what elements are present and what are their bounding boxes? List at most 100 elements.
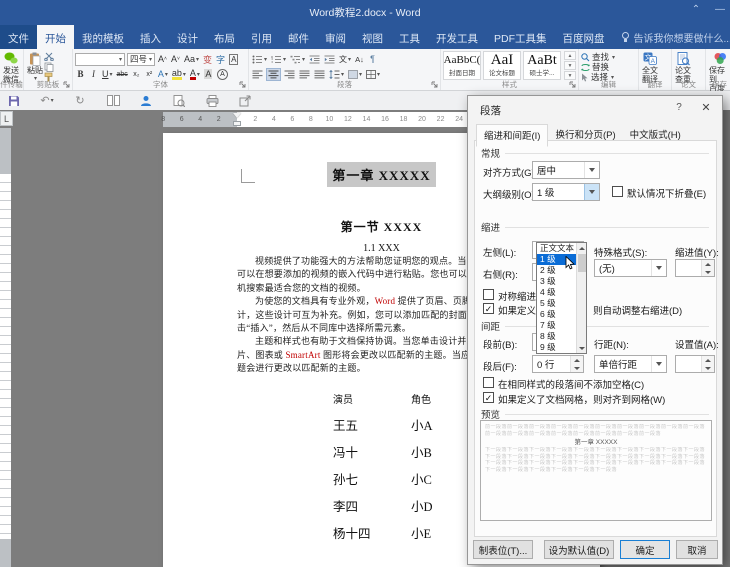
- outline-option-level-8[interactable]: 8 级: [537, 331, 576, 342]
- ok-button[interactable]: 确定: [620, 540, 670, 559]
- align-right-button[interactable]: [283, 68, 296, 81]
- tab-pdf-tools[interactable]: PDF工具集: [486, 25, 555, 49]
- font-dialog-launcher[interactable]: [239, 81, 247, 89]
- styles-dialog-launcher[interactable]: [569, 81, 577, 89]
- first-line-indent-marker[interactable]: [233, 113, 241, 118]
- outline-level-combo[interactable]: 1 级: [532, 183, 600, 201]
- scroll-up-icon[interactable]: [577, 243, 587, 253]
- space-after-spinner[interactable]: 0 行: [532, 355, 584, 373]
- style-item-thesis-title[interactable]: AaI 论文标题: [483, 51, 521, 80]
- tab-tools[interactable]: 工具: [391, 25, 428, 49]
- tab-stop-selector[interactable]: L: [0, 111, 13, 126]
- print-icon[interactable]: [205, 94, 219, 108]
- styles-scroll-down[interactable]: ▼: [564, 61, 576, 70]
- collapsed-by-default-checkbox[interactable]: 默认情况下折叠(E): [612, 186, 706, 200]
- text-effects-button[interactable]: A ▾: [157, 68, 169, 81]
- tab-baidu-netdisk[interactable]: 百度网盘: [555, 25, 613, 49]
- asian-layout-button[interactable]: 文 ▾: [338, 53, 352, 66]
- bold-button[interactable]: B: [75, 68, 86, 81]
- decrease-indent-button[interactable]: [308, 53, 321, 66]
- change-case-button[interactable]: Aa ▾: [183, 53, 200, 66]
- account-icon[interactable]: [139, 94, 153, 108]
- save-icon[interactable]: [7, 94, 21, 108]
- tab-line-and-page-breaks[interactable]: 换行和分页(P): [548, 124, 622, 147]
- dialog-help-button[interactable]: ?: [672, 102, 686, 113]
- paragraph-dialog-launcher[interactable]: [431, 81, 439, 89]
- cut-icon[interactable]: [44, 52, 54, 61]
- no-space-same-style-checkbox[interactable]: 在相同样式的段落间不添加空格(C): [483, 377, 644, 391]
- shrink-font-button[interactable]: A ˅: [170, 53, 181, 66]
- font-color-button[interactable]: A ▾: [189, 68, 201, 81]
- font-size-combo[interactable]: 四号 ▾: [127, 52, 155, 66]
- italic-button[interactable]: I: [88, 68, 99, 81]
- strikethrough-button[interactable]: abc: [116, 68, 129, 81]
- outline-option-level-9[interactable]: 9 级: [537, 342, 576, 353]
- dropdown-scrollbar[interactable]: [576, 243, 586, 353]
- phonetic-guide-button[interactable]: 变: [202, 53, 213, 66]
- distribute-button[interactable]: [313, 68, 326, 81]
- tab-view[interactable]: 视图: [354, 25, 391, 49]
- outline-option-level-3[interactable]: 3 级: [537, 276, 576, 287]
- clipboard-dialog-launcher[interactable]: [63, 81, 71, 89]
- underline-button[interactable]: U ▾: [101, 68, 114, 81]
- special-format-combo[interactable]: (无): [594, 259, 667, 277]
- undo-icon[interactable]: ↶ ▾: [40, 94, 54, 108]
- tab-home[interactable]: 开始: [37, 25, 74, 49]
- line-spacing-button[interactable]: ▾: [328, 68, 345, 81]
- highlight-color-button[interactable]: ab ▾: [171, 68, 187, 81]
- left-indent-marker[interactable]: [233, 121, 241, 126]
- indent-by-spinner[interactable]: [675, 259, 715, 277]
- tab-design[interactable]: 设计: [169, 25, 206, 49]
- line-spacing-combo[interactable]: 单倍行距: [594, 355, 667, 373]
- scroll-thumb[interactable]: [578, 254, 586, 272]
- tab-mailings[interactable]: 邮件: [280, 25, 317, 49]
- outline-option-level-7[interactable]: 7 级: [537, 320, 576, 331]
- tab-references[interactable]: 引用: [243, 25, 280, 49]
- snap-to-grid-checkbox[interactable]: ✓ 如果定义了文档网格，则对齐到网格(W): [483, 392, 665, 406]
- sort-button[interactable]: A↓: [354, 53, 365, 66]
- numbering-button[interactable]: ▾: [270, 53, 287, 66]
- tab-layout[interactable]: 布局: [206, 25, 243, 49]
- align-center-button[interactable]: [266, 67, 281, 81]
- spacing-at-spinner[interactable]: [675, 355, 715, 373]
- print-preview-icon[interactable]: [172, 94, 186, 108]
- two-pages-view-icon[interactable]: [106, 94, 120, 108]
- enclose-character-button[interactable]: A: [216, 68, 229, 81]
- character-border-button[interactable]: A: [228, 53, 239, 66]
- superscript-button[interactable]: x²: [144, 68, 155, 81]
- minimize-icon[interactable]: —: [714, 4, 726, 15]
- outline-option-body-text[interactable]: 正文文本: [537, 243, 576, 254]
- tell-me-box[interactable]: 告诉我你想要做什么...: [613, 25, 730, 49]
- share-icon[interactable]: [238, 94, 252, 108]
- alignment-combo[interactable]: 居中: [532, 161, 600, 179]
- styles-more-button[interactable]: ▼: [564, 71, 576, 80]
- dialog-close-button[interactable]: ✕: [698, 101, 714, 114]
- style-item-cover-date[interactable]: AaBbC( 封面日期: [443, 51, 481, 80]
- tab-review[interactable]: 审阅: [317, 25, 354, 49]
- tab-insert[interactable]: 插入: [132, 25, 169, 49]
- show-marks-button[interactable]: ¶: [367, 53, 378, 66]
- justify-button[interactable]: [298, 68, 311, 81]
- style-item-master[interactable]: AaBt 硕士学...: [523, 51, 561, 80]
- vertical-ruler[interactable]: [0, 128, 11, 567]
- scroll-down-icon[interactable]: [577, 343, 587, 353]
- tab-file[interactable]: 文件: [0, 25, 37, 49]
- outline-option-level-5[interactable]: 5 级: [537, 298, 576, 309]
- ribbon-display-options-icon[interactable]: ⌃: [690, 4, 702, 15]
- cancel-button[interactable]: 取消: [676, 540, 718, 559]
- character-shading-button[interactable]: A: [203, 68, 214, 81]
- multilevel-list-button[interactable]: ▾: [289, 53, 306, 66]
- copy-icon[interactable]: [44, 62, 54, 72]
- align-left-button[interactable]: [251, 68, 264, 81]
- subscript-button[interactable]: x₂: [131, 68, 142, 81]
- tab-developer[interactable]: 开发工具: [428, 25, 486, 49]
- outline-option-level-4[interactable]: 4 级: [537, 287, 576, 298]
- grow-font-button[interactable]: A ˄: [157, 53, 168, 66]
- outline-option-level-6[interactable]: 6 级: [537, 309, 576, 320]
- set-default-button[interactable]: 设为默认值(D): [544, 540, 614, 559]
- tabs-button[interactable]: 制表位(T)...: [473, 540, 533, 559]
- character-scale-button[interactable]: 字: [215, 53, 226, 66]
- tab-asian-typography[interactable]: 中文版式(H): [623, 124, 688, 147]
- styles-scroll-up[interactable]: ▲: [564, 51, 576, 60]
- tab-my-templates[interactable]: 我的模板: [74, 25, 132, 49]
